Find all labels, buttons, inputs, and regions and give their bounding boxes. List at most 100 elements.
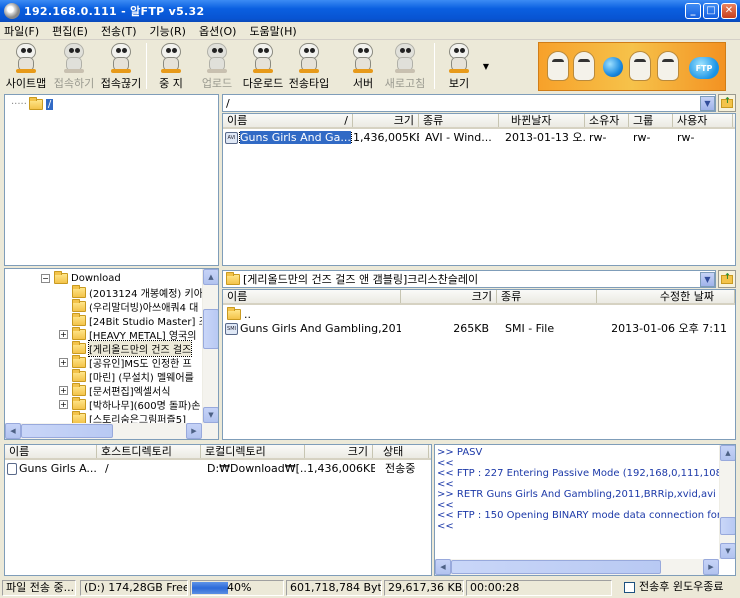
menu-functions[interactable]: 기능(R) [149,23,185,39]
menu-transfer[interactable]: 전송(T) [101,23,137,39]
maximize-button[interactable]: □ [703,3,719,19]
remote-col-user[interactable]: 사용자 [673,114,733,127]
local-file-row-parent[interactable]: .. [225,306,731,321]
local-col-size[interactable]: 크기 [401,290,497,303]
scroll-right-arrow[interactable]: ▶ [186,423,202,439]
remote-col-group[interactable]: 그룹 [629,114,673,127]
menu-help[interactable]: 도움말(H) [249,23,296,39]
menu-file[interactable]: 파일(F) [4,23,39,39]
expand-icon[interactable]: + [59,399,68,409]
toolbar-button-6[interactable]: 전송타입 [286,41,332,91]
remote-col-owner[interactable]: 소유자 [585,114,629,127]
toolbar-button-0[interactable]: 사이트맵 [4,41,48,91]
local-path-field[interactable]: [게리올드만의 건즈 걸즈 앤 갬블링]크리스찬슬레이 [222,270,716,288]
local-col-type[interactable]: 종류 [497,290,597,303]
local-tree-item-label: [공유인]MS도 인정한 프 [89,358,192,370]
toolbar-button-9[interactable]: 보기 [436,41,482,91]
toolbar-button-3[interactable]: 중 지 [148,41,194,91]
local-path-text: [게리올드만의 건즈 걸즈 앤 갬블링]크리스찬슬레이 [243,273,479,286]
toolbar-button-label: 서버 [352,77,374,90]
folder-icon [227,306,241,320]
scroll-right-arrow[interactable]: ▶ [703,559,719,575]
local-col-modified[interactable]: 수정한 날짜 [597,290,735,303]
local-tree-item-label: [문서편집]엑셀서식 [89,386,171,398]
menu-edit[interactable]: 편집(E) [52,23,88,39]
folder-icon [28,96,43,110]
local-parent-dir-button[interactable] [718,270,736,288]
queue-col-host-dir[interactable]: 호스트디렉토리 [97,445,201,458]
remote-tree-root[interactable]: ····· / [11,96,54,111]
queue-col-local-dir[interactable]: 로컬디렉토리 [201,445,305,458]
local-tree-vscroll[interactable]: ▲ ▼ [202,269,218,423]
remote-path-dropdown[interactable]: ▼ [700,96,715,111]
toolbar-button-4[interactable]: 업로드 [194,41,240,91]
transfer-progress-bar: 40% [190,580,284,596]
toolbar-button-8[interactable]: 새로고침 [382,41,428,91]
remote-parent-dir-button[interactable] [718,94,736,112]
local-tree-item[interactable]: + [HEAVY METAL] 영국의 [59,326,196,342]
minimize-button[interactable]: _ [685,3,701,19]
folder-icon [226,271,240,285]
local-tree-item[interactable]: (2013124 개봉예정) 키아누 [59,284,213,300]
scroll-left-arrow[interactable]: ◀ [5,423,21,439]
toolbar-button-7[interactable]: 서버 [340,41,386,91]
close-after-transfer-checkbox[interactable] [624,581,635,593]
banner-ad[interactable]: FTP [538,42,726,91]
local-tree-item[interactable]: [24Bit Studio Master] 조 [59,312,208,328]
scroll-up-arrow[interactable]: ▲ [720,445,735,461]
log-vscroll-thumb[interactable] [720,517,735,535]
remote-file-list: 이름 / 크기 종류 바뀐날자 소유자 그룹 사용자 AVI Guns Girls… [222,113,736,266]
scroll-down-arrow[interactable]: ▼ [720,543,735,559]
toolbar-more-dropdown[interactable]: ▼ [480,41,492,91]
toolbar-button-1[interactable]: 접속하기 [51,41,97,91]
remote-file-group: rw- [633,130,651,144]
local-tree-item[interactable]: − Download [41,270,121,285]
local-col-name[interactable]: 이름 [223,290,401,303]
local-tree-vscroll-thumb[interactable] [203,309,218,349]
scroll-down-arrow[interactable]: ▼ [203,407,218,423]
folder-icon [72,326,86,340]
queue-row[interactable]: Guns Girls A... / D:₩Download₩[... 1,436… [7,461,431,475]
queue-col-name[interactable]: 이름 [5,445,97,458]
log-vscroll[interactable]: ▲ ▼ [719,445,735,559]
local-tree-item[interactable]: [마린] (무설치) 멜웨어를 [59,368,194,384]
log-hscroll[interactable]: ◀ ▶ [435,559,719,575]
close-after-transfer-label: 전송후 윈도우종료 [639,580,724,593]
toolbar-button-label: 보기 [448,77,470,90]
log-hscroll-thumb[interactable] [451,560,661,574]
local-tree-item[interactable]: (우리말더빙)아쓰애쿼4 대 [59,298,198,314]
expand-icon[interactable]: + [59,357,68,367]
toolbar-separator [434,43,435,89]
status-drive-free: (D:) 174,28GB Free [80,580,188,596]
remote-path-field[interactable]: / [222,94,716,112]
menu-options[interactable]: 옵션(O) [199,23,236,39]
local-tree-item[interactable]: + [박하나무](600명 돌파)손 [59,396,200,412]
expand-icon[interactable]: + [59,385,68,395]
local-tree-hscroll[interactable]: ◀ ▶ [5,423,218,439]
remote-file-row[interactable]: AVI Guns Girls And Ga... 1,436,005KB AVI … [225,130,731,144]
sitemap-icon [13,43,39,73]
collapse-icon[interactable]: − [41,273,50,283]
queue-col-status[interactable]: 상태 [373,445,429,458]
remote-col-modified[interactable]: 바뀐날자 [499,114,585,127]
log-line: << [437,478,454,490]
scroll-left-arrow[interactable]: ◀ [435,559,451,575]
local-tree-item[interactable]: [게리올드만의 건즈 걸즈 [59,339,193,357]
local-tree-item-label: (2013124 개봉예정) 키아누 [89,288,213,300]
log-line: << FTP : 150 Opening BINARY mode data co… [437,510,732,521]
close-after-transfer-option[interactable]: 전송후 윈도우종료 [620,580,738,596]
remote-col-name[interactable]: 이름 / [223,114,353,127]
local-path-dropdown[interactable]: ▼ [700,272,715,287]
queue-col-size[interactable]: 크기 [305,445,373,458]
local-tree-item[interactable]: + [문서편집]엑셀서식 [59,382,171,398]
scroll-up-arrow[interactable]: ▲ [203,269,218,285]
close-button[interactable]: ✕ [721,3,737,19]
remote-col-type[interactable]: 종류 [419,114,499,127]
expand-icon[interactable]: + [59,329,68,339]
toolbar-button-2[interactable]: 접속끊기 [98,41,144,91]
local-tree-item[interactable]: + [공유인]MS도 인정한 프 [59,354,192,370]
local-file-row[interactable]: SMI Guns Girls And Gambling,201... 265KB … [225,321,731,335]
remote-col-size[interactable]: 크기 [353,114,419,127]
toolbar-button-5[interactable]: 다운로드 [240,41,286,91]
local-tree-hscroll-thumb[interactable] [21,424,113,438]
